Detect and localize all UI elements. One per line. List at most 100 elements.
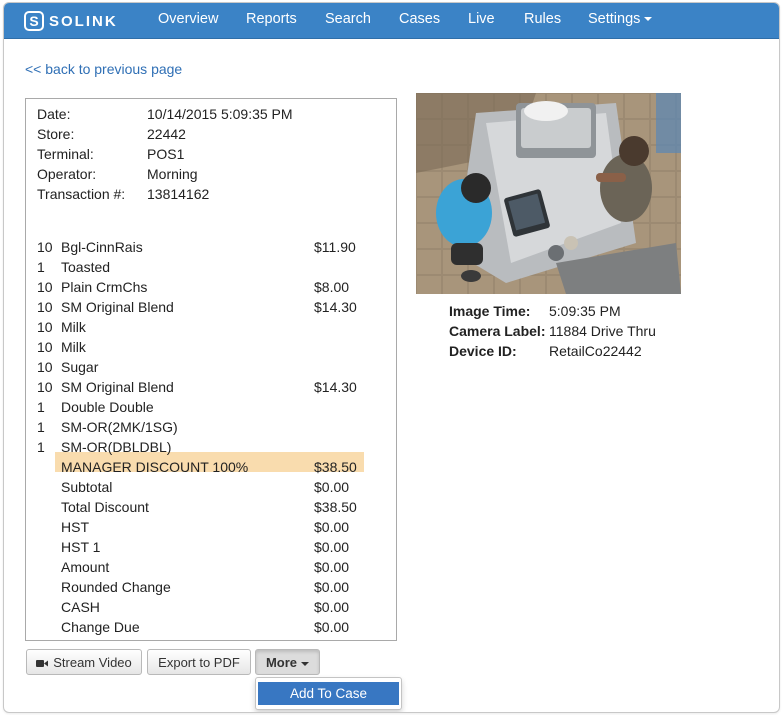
item-desc: SM-OR(DBLDBL) xyxy=(61,439,172,455)
item-desc: Milk xyxy=(61,319,86,335)
add-to-case-menu-item[interactable]: Add To Case xyxy=(258,682,399,705)
cup xyxy=(564,236,578,250)
header-value: Morning xyxy=(147,166,198,182)
total-row: Rounded Change $0.00 xyxy=(26,577,396,597)
back-link[interactable]: << back to previous page xyxy=(25,61,182,77)
nav-overview[interactable]: Overview xyxy=(158,3,218,38)
header-value: POS1 xyxy=(147,146,185,162)
header-row: Store: 22442 xyxy=(26,124,396,144)
employee-cap xyxy=(461,173,491,203)
caret-down-icon xyxy=(301,661,310,666)
total-row: HST $0.00 xyxy=(26,517,396,537)
total-row: Total Discount $38.50 xyxy=(26,497,396,517)
header-label: Transaction #: xyxy=(37,186,126,202)
camera-snapshot-image[interactable] xyxy=(416,93,681,294)
total-row: Amount $0.00 xyxy=(26,557,396,577)
cup-stack xyxy=(524,101,568,121)
item-desc: SM-OR(2MK/1SG) xyxy=(61,419,178,435)
stream-video-label: Stream Video xyxy=(53,655,132,670)
item-desc: Plain CrmChs xyxy=(61,279,148,295)
item-desc: SM Original Blend xyxy=(61,299,174,315)
item-qty: 10 xyxy=(37,239,53,255)
header-row: Operator: Morning xyxy=(26,164,396,184)
top-navbar: S SOLINK Overview Reports Search Cases L… xyxy=(4,3,779,39)
app-window: S SOLINK Overview Reports Search Cases L… xyxy=(3,2,780,713)
logo-text: SOLINK xyxy=(49,12,118,30)
header-label: Date: xyxy=(37,106,71,122)
header-label: Terminal: xyxy=(37,146,94,162)
nav-reports[interactable]: Reports xyxy=(246,3,297,38)
line-item-row: 10 SM Original Blend $14.30 xyxy=(26,297,396,317)
image-info-label: Image Time: xyxy=(449,303,531,319)
nav-cases[interactable]: Cases xyxy=(399,3,440,38)
discount-row: MANAGER DISCOUNT 100% $38.50 xyxy=(26,457,396,477)
total-row: Subtotal $0.00 xyxy=(26,477,396,497)
discount-desc: MANAGER DISCOUNT 100% xyxy=(61,459,249,475)
total-price: $0.00 xyxy=(314,619,350,635)
stream-video-button[interactable]: Stream Video xyxy=(26,649,142,675)
line-item-row: 1 Double Double xyxy=(26,397,396,417)
item-qty: 1 xyxy=(37,419,45,435)
total-desc: Subtotal xyxy=(61,479,113,495)
header-row: Date: 10/14/2015 5:09:35 PM xyxy=(26,104,396,124)
line-item-row: 10 SM Original Blend $14.30 xyxy=(26,377,396,397)
item-price: $14.30 xyxy=(314,379,357,395)
item-qty: 10 xyxy=(37,299,53,315)
header-value: 10/14/2015 5:09:35 PM xyxy=(147,106,293,122)
total-desc: Rounded Change xyxy=(61,579,171,595)
image-info-label: Device ID: xyxy=(449,343,517,359)
header-label: Operator: xyxy=(37,166,97,182)
total-price: $0.00 xyxy=(314,479,350,495)
total-row: Change Due $0.00 xyxy=(26,617,396,637)
image-info-label: Camera Label: xyxy=(449,323,546,339)
nav-live[interactable]: Live xyxy=(468,3,495,38)
item-desc: SM Original Blend xyxy=(61,379,174,395)
customer-arm xyxy=(596,173,626,182)
item-desc: Toasted xyxy=(61,259,111,275)
total-desc: HST 1 xyxy=(61,539,101,555)
customer-shirt xyxy=(600,154,652,222)
item-desc: Double Double xyxy=(61,399,154,415)
total-row: CASH $0.00 xyxy=(26,597,396,617)
nav-rules[interactable]: Rules xyxy=(524,3,561,38)
trash-bin xyxy=(461,270,481,282)
employee-pants xyxy=(451,243,483,265)
item-qty: 10 xyxy=(37,379,53,395)
item-qty: 10 xyxy=(37,319,53,335)
solink-logo-icon: S xyxy=(24,11,44,31)
export-pdf-button[interactable]: Export to PDF xyxy=(147,649,251,675)
total-desc: Change Due xyxy=(61,619,140,635)
more-button[interactable]: More xyxy=(255,649,320,675)
camera-scene xyxy=(416,93,681,294)
more-label: More xyxy=(265,655,298,670)
item-price: $14.30 xyxy=(314,299,357,315)
total-desc: HST xyxy=(61,519,89,535)
total-price: $0.00 xyxy=(314,539,350,555)
item-qty: 10 xyxy=(37,359,53,375)
header-row: Transaction #: 13814162 xyxy=(26,184,396,204)
total-desc: Amount xyxy=(61,559,110,575)
nav-search[interactable]: Search xyxy=(325,3,371,38)
header-label: Store: xyxy=(37,126,75,142)
total-row: HST 1 $0.00 xyxy=(26,537,396,557)
window-glass xyxy=(656,93,681,153)
line-item-row: 10 Bgl-CinnRais $11.90 xyxy=(26,237,396,257)
customer-head xyxy=(619,136,649,166)
header-value: 13814162 xyxy=(147,186,210,202)
line-item-row: 1 Toasted xyxy=(26,257,396,277)
item-price: $11.90 xyxy=(314,239,356,255)
discount-price: $38.50 xyxy=(314,459,357,475)
image-info-value: 11884 Drive Thru xyxy=(549,323,656,339)
header-value: 22442 xyxy=(147,126,186,142)
total-desc: CASH xyxy=(61,599,100,615)
image-info-value: 5:09:35 PM xyxy=(549,303,621,319)
total-price: $38.50 xyxy=(314,499,357,515)
total-price: $0.00 xyxy=(314,559,350,575)
line-item-row: 10 Milk xyxy=(26,337,396,357)
nav-settings[interactable]: Settings xyxy=(588,3,653,38)
item-price: $8.00 xyxy=(314,279,350,295)
item-qty: 1 xyxy=(37,399,45,415)
item-qty: 10 xyxy=(37,279,53,295)
header-row: Terminal: POS1 xyxy=(26,144,396,164)
solink-logo[interactable]: S SOLINK xyxy=(24,9,118,33)
